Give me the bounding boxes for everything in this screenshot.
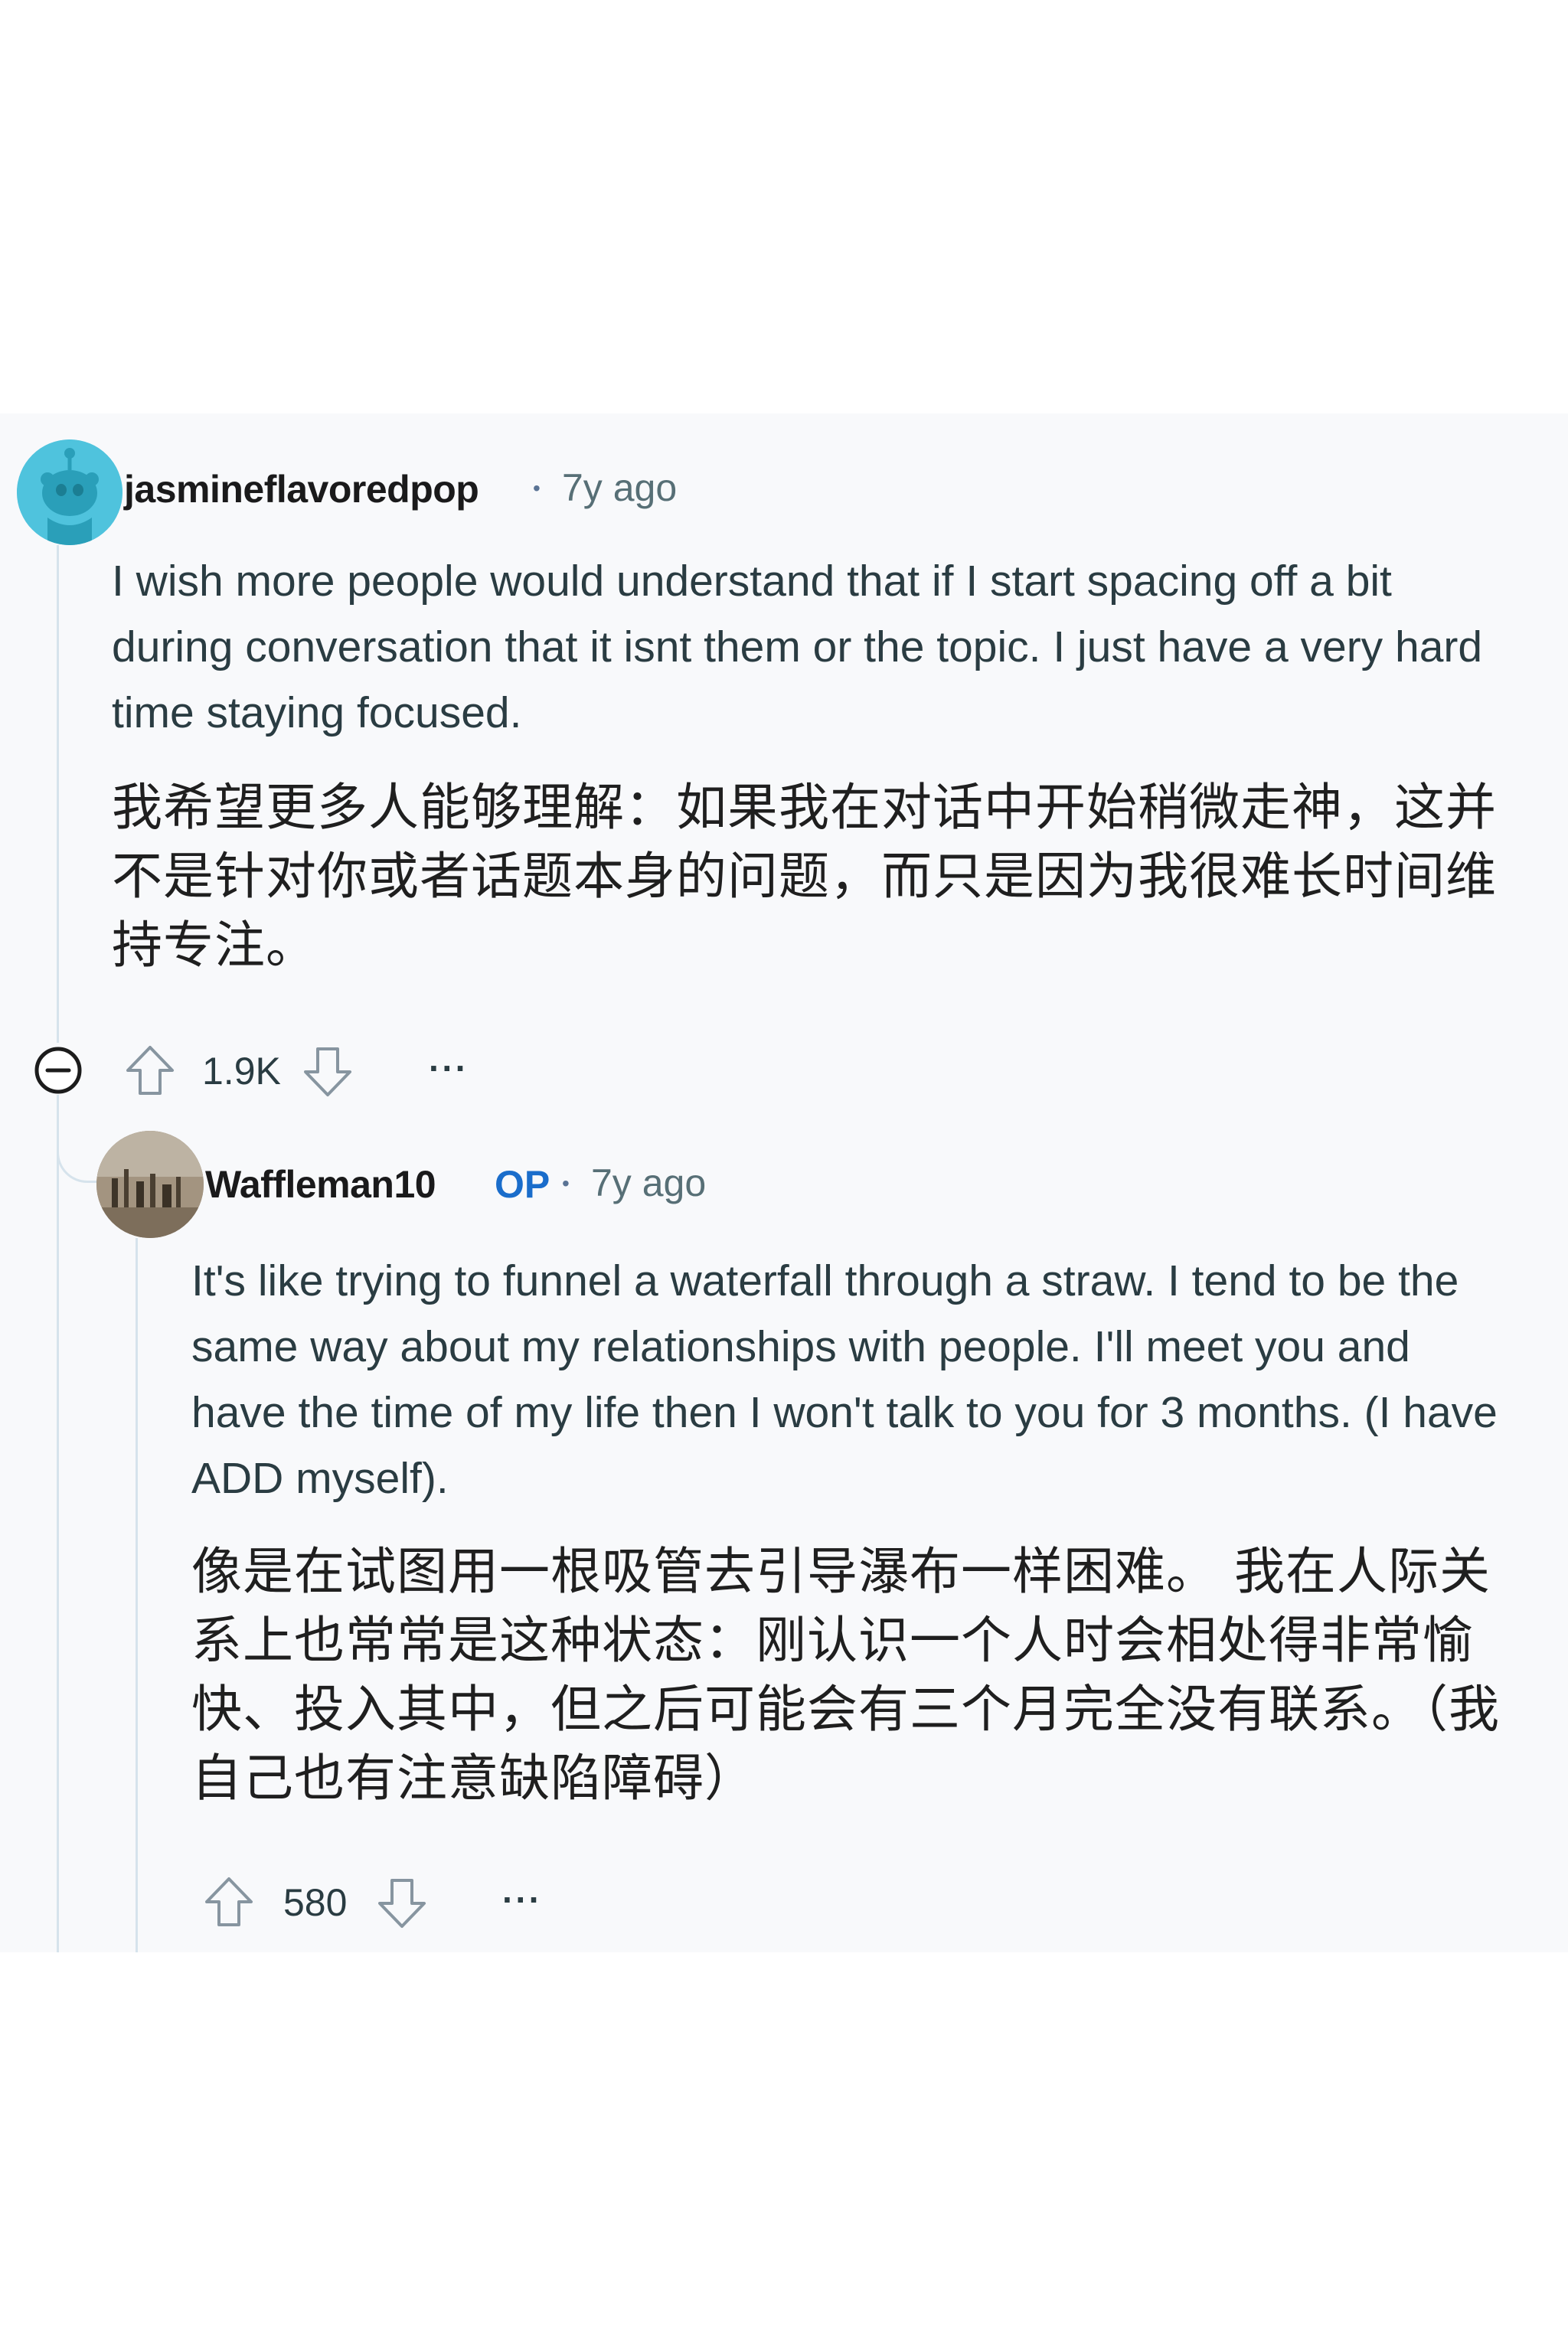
avatar[interactable] [17, 439, 122, 545]
comment-body-chinese: 我希望更多人能够理解：如果我在对话中开始稍微走神，这并不是针对你或者话题本身的问… [112, 778, 1497, 975]
comment-body-english: I wish more people would understand that… [112, 557, 1483, 737]
vote-score: 1.9K [202, 1050, 281, 1093]
comment-author[interactable]: Waffleman10 [205, 1162, 436, 1207]
comment-body-english: It's like trying to funnel a waterfall t… [191, 1256, 1498, 1503]
thread-line-reply[interactable] [136, 1238, 138, 1952]
collapse-minus-icon[interactable] [34, 1046, 83, 1095]
upvote-arrow-icon[interactable] [204, 1876, 254, 1928]
thread-line-top-comment[interactable] [57, 545, 59, 1043]
meta-separator-dot: • [533, 476, 541, 500]
downvote-arrow-icon[interactable] [377, 1877, 427, 1929]
vote-score: 580 [283, 1881, 348, 1924]
more-options-button[interactable]: ··· [429, 1047, 469, 1089]
op-badge: OP [495, 1163, 550, 1206]
comment-author[interactable]: jasmineflavoredpop [124, 467, 479, 511]
avatar[interactable] [96, 1131, 204, 1238]
user-photo-avatar [96, 1131, 204, 1238]
comment-body-chinese: 像是在试图用一根吸管去引导瀑布一样困难。 我在人际关系上也常常是这种状态：刚认识… [191, 1542, 1500, 1808]
upvote-arrow-icon[interactable] [125, 1044, 175, 1096]
comment-timestamp[interactable]: 7y ago [591, 1161, 706, 1205]
thread-line-top-comment-lower[interactable] [57, 1095, 59, 1952]
meta-separator-dot: • [562, 1171, 570, 1195]
snoo-avatar-icon [17, 439, 122, 545]
more-options-button[interactable]: ··· [502, 1879, 542, 1920]
downvote-arrow-icon[interactable] [302, 1046, 353, 1098]
comment-timestamp[interactable]: 7y ago [562, 466, 677, 510]
